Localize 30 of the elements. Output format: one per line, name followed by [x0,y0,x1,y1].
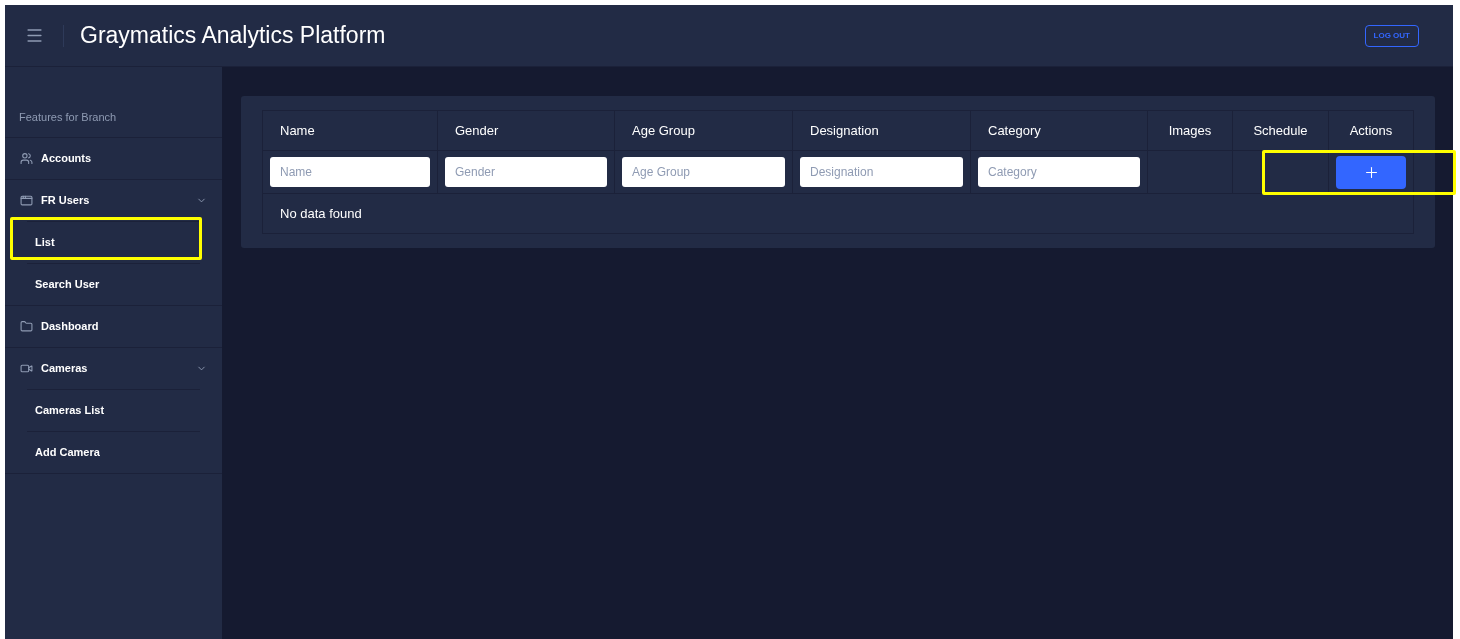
menu-icon[interactable] [25,26,44,45]
empty-message: No data found [279,204,363,223]
sidebar-item[interactable]: Cameras [5,348,222,389]
column-header: Images [1148,111,1233,150]
add-button[interactable] [1336,155,1406,189]
folder-icon [20,320,33,333]
column-header: Category [971,111,1148,150]
users-icon [20,152,33,165]
filter-field[interactable]: Name [270,157,430,187]
window-icon [20,194,33,207]
filter-field[interactable]: Category [978,157,1140,187]
column-header: Schedule [1233,111,1329,150]
sidebar-subitem[interactable]: Add Camera [27,432,200,473]
sidebar-subitem[interactable]: List [27,222,200,263]
video-camera-icon [20,362,33,375]
filter-field[interactable]: Designation [800,157,963,187]
app-title: Graymatics Analytics Platform [80,21,386,51]
column-header: Designation [793,111,971,150]
sidebar-subitem[interactable]: Search User [27,264,200,305]
column-header: Actions [1348,121,1394,140]
filter-field[interactable]: Age Group [622,157,785,187]
column-header: Age Group [615,111,793,150]
sidebar-item[interactable]: Accounts [5,138,222,179]
sidebar-item[interactable]: Dashboard [5,306,222,347]
column-header: Name [263,111,438,150]
sidebar-item[interactable]: FR Users [5,180,222,221]
sidebar-subitem[interactable]: Cameras List [27,390,200,431]
column-header: Gender [438,111,615,150]
sidebar-heading: Features for Branch [5,97,222,138]
filter-field[interactable]: Gender [445,157,607,187]
